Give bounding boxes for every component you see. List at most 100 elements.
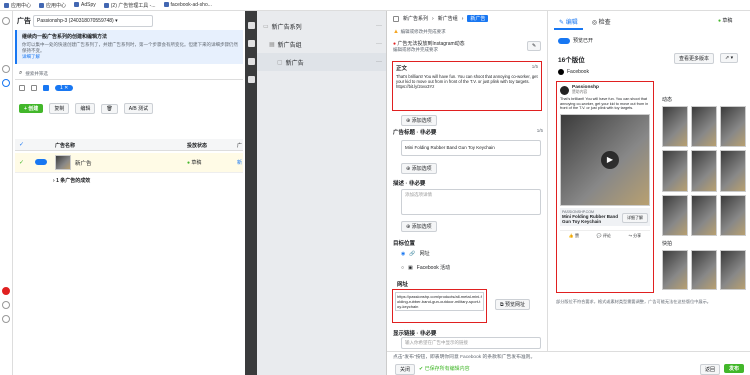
search-bar[interactable]: ⌕ 搜索并筛选	[15, 68, 243, 80]
feed-thumbnails	[662, 106, 746, 236]
bookmark-item[interactable]: facebook-ad-sho...	[163, 2, 212, 8]
ad-icon[interactable]	[43, 85, 49, 91]
primary-text-field[interactable]: 正文 1/5 That's brilliant! You will have fu…	[392, 61, 542, 111]
toggle-switch[interactable]	[558, 37, 570, 44]
account-icon[interactable]	[2, 65, 10, 73]
tree-ad[interactable]: ▢ 新广告 ···	[257, 53, 386, 71]
info-banner: 继续向一般广告系列的创建和编辑方法 你可以集中一处的快速创建广告系列了，并建广告…	[15, 30, 243, 64]
notice-1: ▲ 编辑或修改并完成要求	[393, 29, 446, 35]
home-icon[interactable]	[2, 17, 10, 25]
placement-thumb[interactable]	[691, 194, 717, 236]
event-icon: ▣	[408, 264, 413, 271]
account-selector[interactable]: Passionshp-3 (240318070559748) ▾	[33, 15, 153, 27]
placement-thumb[interactable]	[662, 194, 688, 236]
play-icon[interactable]: ▶	[601, 150, 619, 169]
status-badge: ● 草稿	[718, 18, 733, 24]
bookmark-item[interactable]: 应用中心	[39, 2, 66, 9]
dest-event-option[interactable]: ○ ▣ Facebook 活动	[401, 264, 450, 272]
add-option-button-2[interactable]: ⊕ 添加选项	[401, 163, 437, 174]
bookmark-item[interactable]: 应用中心	[4, 2, 31, 9]
placement-thumb[interactable]	[720, 250, 746, 290]
history-icon[interactable]	[247, 76, 255, 83]
breadcrumb: 新广告系列 › 新广告组 › 新广告	[393, 15, 489, 22]
tab-edit[interactable]: ✎ 编辑	[554, 15, 583, 30]
placement-thumb[interactable]	[720, 194, 746, 236]
share-button[interactable]: ↪ 分享	[629, 233, 641, 239]
display-link-input[interactable]: 输入你希望在广告中显示的链接	[401, 337, 541, 349]
help-icon[interactable]	[2, 315, 10, 323]
ab-test-button[interactable]: A/B 测试	[123, 103, 154, 114]
create-button[interactable]: + 创建	[19, 104, 44, 113]
placement-thumb[interactable]	[691, 250, 717, 290]
bookmark-item[interactable]: AdSpy	[74, 2, 96, 8]
preview-toggle[interactable]: 预览已开	[558, 37, 593, 44]
close-button[interactable]: 关闭	[395, 364, 416, 375]
dest-website-option[interactable]: ◉ 🔗 网址	[401, 250, 430, 258]
comment-button[interactable]: 💬 评论	[597, 233, 611, 239]
grid-icon[interactable]	[31, 85, 37, 91]
placement-thumb[interactable]	[662, 106, 688, 148]
notifications-icon[interactable]	[2, 287, 10, 295]
share-icon[interactable]: ⇗ ▾	[720, 53, 739, 63]
avatar	[560, 85, 569, 95]
col-name[interactable]: 广告名称	[55, 142, 75, 149]
row-checkbox[interactable]: ✓	[19, 159, 24, 166]
tab-review[interactable]: ◎ 检查	[587, 15, 616, 30]
url-field[interactable]: https://passionshp.com/products/all-meta…	[392, 289, 487, 323]
filter-chip[interactable]: 1 ✕	[55, 85, 74, 91]
search-icon[interactable]	[2, 301, 10, 309]
placement-thumb[interactable]	[662, 150, 688, 192]
stories-section-label: 快拍	[662, 241, 673, 247]
ads-manager-panel: 广告 Passionshp-3 (240318070559748) ▾ 继续向一…	[13, 11, 245, 375]
edit-button[interactable]: 编辑	[75, 103, 96, 114]
table-row[interactable]: ✓ 新广告 ● 草稿 新	[15, 153, 243, 173]
headline-input[interactable]: Mini Folding Rubber Band Gun Toy Keychai…	[401, 140, 541, 156]
row-toggle[interactable]	[35, 159, 47, 165]
row-name[interactable]: 新广告	[75, 159, 92, 167]
view-all-button[interactable]: 查看更多版本	[674, 53, 715, 64]
copy-button[interactable]: 复制	[49, 103, 70, 114]
radio-selected-icon[interactable]: ◉	[401, 251, 405, 257]
tree-campaign[interactable]: ▭ 新广告系列 ···	[257, 17, 386, 35]
description-input[interactable]: 添加选项详情	[401, 189, 541, 215]
tree-adset[interactable]: ▦ 新广告组 ···	[257, 35, 386, 53]
banner-link[interactable]: 详细了解	[22, 54, 238, 60]
search-input[interactable]: 搜索并筛选	[25, 71, 48, 77]
primary-text-value[interactable]: That's brilliant! You will have fun. You…	[396, 74, 538, 90]
status-dot-icon: ●	[718, 18, 722, 24]
bookmark-item[interactable]: (2) 广告管理工具 -...	[103, 2, 156, 9]
col-status[interactable]: 投放状态	[187, 142, 207, 149]
app-icon	[39, 2, 45, 8]
chart-icon[interactable]	[247, 22, 255, 29]
placement-thumb[interactable]	[720, 106, 746, 148]
add-option-button-3[interactable]: ⊕ 添加选项	[401, 221, 437, 232]
radio-empty-icon[interactable]: ○	[401, 265, 404, 271]
results-summary[interactable]: › 1 条广告的成效	[53, 177, 90, 184]
panel-icon[interactable]	[393, 15, 399, 22]
placement-thumb[interactable]	[691, 150, 717, 192]
campaigns-icon[interactable]	[2, 79, 10, 87]
more-icon[interactable]: ···	[376, 59, 382, 65]
breadcrumb-campaign[interactable]: 新广告系列	[403, 15, 428, 22]
add-option-button-1[interactable]: ⊕ 添加选项	[401, 115, 437, 126]
delete-icon[interactable]: 🗑	[101, 103, 118, 114]
placement-thumb[interactable]	[691, 106, 717, 148]
pencil-icon[interactable]: ✎	[527, 41, 542, 51]
placement-thumb[interactable]	[662, 250, 688, 290]
edit-icon[interactable]	[247, 40, 255, 47]
preview-url-button[interactable]: ⧉ 预览网址	[495, 299, 530, 310]
folder-icon[interactable]	[19, 85, 25, 91]
publish-button[interactable]: 发布	[724, 364, 745, 373]
like-button[interactable]: 👍 赞	[569, 233, 579, 239]
breadcrumb-ad[interactable]: 新广告	[467, 15, 489, 22]
back-button[interactable]: 返回	[700, 364, 721, 375]
settings-icon[interactable]	[247, 58, 255, 65]
select-all-checkbox[interactable]: ✓	[19, 141, 24, 148]
cta-button[interactable]: 详细了解	[622, 212, 648, 223]
url-input[interactable]: https://passionshp.com/products/all-meta…	[395, 292, 484, 311]
saved-status: ✔ 已保存所有编辑内容	[419, 366, 470, 372]
placement-thumb[interactable]	[720, 150, 746, 192]
more-icon[interactable]: ···	[376, 23, 382, 29]
breadcrumb-adset[interactable]: 新广告组	[438, 15, 458, 22]
more-icon[interactable]: ···	[376, 41, 382, 47]
